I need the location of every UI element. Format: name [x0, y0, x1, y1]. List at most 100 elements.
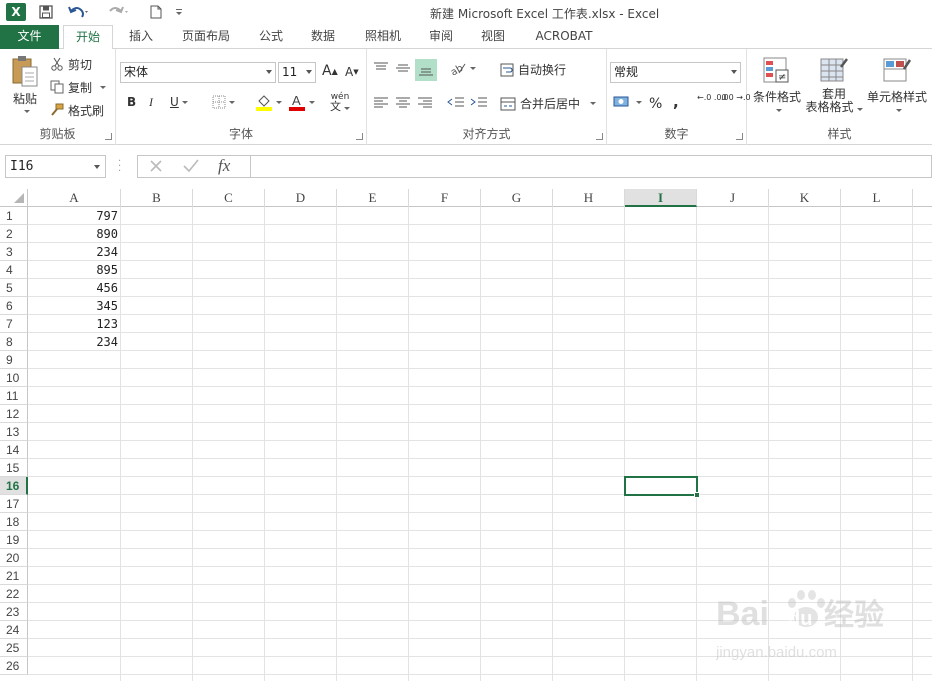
row-header-20[interactable]: 20	[0, 549, 28, 567]
fill-color-icon[interactable]	[255, 93, 282, 111]
column-header-c[interactable]: C	[193, 189, 265, 207]
borders-icon[interactable]	[212, 95, 235, 109]
row-header-21[interactable]: 21	[0, 567, 28, 585]
font-launcher-icon[interactable]	[356, 133, 363, 140]
cell-a8[interactable]: 234	[28, 333, 121, 351]
row-header-18[interactable]: 18	[0, 513, 28, 531]
cell-a5[interactable]: 456	[28, 279, 121, 297]
wrap-text-button[interactable]: 自动换行	[500, 61, 566, 78]
align-left-icon[interactable]	[373, 95, 389, 109]
increase-decimal-icon[interactable]: ←.0 .00	[697, 93, 727, 102]
align-center-icon[interactable]	[395, 95, 411, 109]
row-header-4[interactable]: 4	[0, 261, 28, 279]
underline-icon[interactable]: U	[170, 95, 188, 109]
cell-a3[interactable]: 234	[28, 243, 121, 261]
font-name-select[interactable]: 宋体	[120, 62, 276, 83]
clipboard-launcher-icon[interactable]	[105, 133, 112, 140]
enter-icon[interactable]	[182, 158, 200, 177]
cell-a1[interactable]: 797	[28, 207, 121, 225]
tab-view[interactable]: 视图	[472, 25, 514, 49]
cell-a6[interactable]: 345	[28, 297, 121, 315]
column-header-a[interactable]: A	[28, 189, 121, 207]
format-as-table-button[interactable]: 套用 表格格式	[805, 57, 863, 125]
row-header-7[interactable]: 7	[0, 315, 28, 333]
copy-button[interactable]: 复制	[50, 78, 107, 96]
tab-home[interactable]: 开始	[63, 25, 113, 50]
row-header-1[interactable]: 1	[0, 207, 28, 225]
orientation-icon[interactable]: ab	[449, 61, 476, 75]
column-header-d[interactable]: D	[265, 189, 337, 207]
row-header-9[interactable]: 9	[0, 351, 28, 369]
row-header-26[interactable]: 26	[0, 657, 28, 675]
name-box[interactable]: I16	[5, 155, 106, 178]
copy-dropdown-arrow[interactable]	[100, 85, 107, 89]
formula-bar-resize-handle[interactable]: · · ·	[118, 157, 122, 177]
number-launcher-icon[interactable]	[736, 133, 743, 140]
tab-data[interactable]: 数据	[302, 25, 344, 49]
format-painter-button[interactable]: 格式刷	[50, 101, 104, 119]
column-header-h[interactable]: H	[553, 189, 625, 207]
formula-input[interactable]	[250, 155, 932, 178]
row-header-19[interactable]: 19	[0, 531, 28, 549]
column-header-k[interactable]: K	[769, 189, 841, 207]
tab-page-layout[interactable]: 页面布局	[172, 25, 240, 49]
bold-icon[interactable]: B	[127, 95, 136, 109]
decrease-font-icon[interactable]: A ▼	[345, 65, 359, 79]
increase-indent-icon[interactable]	[470, 95, 488, 109]
tab-formulas[interactable]: 公式	[250, 25, 292, 49]
row-header-3[interactable]: 3	[0, 243, 28, 261]
cancel-icon[interactable]	[148, 158, 164, 177]
row-header-12[interactable]: 12	[0, 405, 28, 423]
font-color-icon[interactable]: A	[288, 93, 315, 111]
cut-button[interactable]: 剪切	[50, 55, 92, 73]
font-size-select[interactable]: 11	[278, 62, 316, 83]
accounting-format-icon[interactable]	[613, 94, 642, 110]
align-bottom-icon[interactable]	[415, 59, 437, 81]
row-header-6[interactable]: 6	[0, 297, 28, 315]
cell-a7[interactable]: 123	[28, 315, 121, 333]
column-header-g[interactable]: G	[481, 189, 553, 207]
column-header-e[interactable]: E	[337, 189, 409, 207]
conditional-formatting-button[interactable]: ≠ 条件格式	[749, 57, 805, 125]
selected-cell-i16[interactable]	[624, 476, 698, 496]
row-header-16[interactable]: 16	[0, 477, 28, 495]
align-top-icon[interactable]	[373, 61, 389, 75]
column-header-b[interactable]: B	[121, 189, 193, 207]
row-header-2[interactable]: 2	[0, 225, 28, 243]
tab-acrobat[interactable]: ACROBAT	[526, 25, 602, 49]
row-header-5[interactable]: 5	[0, 279, 28, 297]
align-middle-icon[interactable]	[395, 61, 411, 75]
row-header-10[interactable]: 10	[0, 369, 28, 387]
comma-style-icon[interactable]: ,	[673, 93, 679, 111]
row-header-13[interactable]: 13	[0, 423, 28, 441]
insert-function-icon[interactable]: fx	[218, 156, 230, 176]
row-header-24[interactable]: 24	[0, 621, 28, 639]
row-header-22[interactable]: 22	[0, 585, 28, 603]
tab-camera[interactable]: 照相机	[354, 25, 412, 49]
paste-button[interactable]: 粘贴	[8, 55, 42, 115]
italic-icon[interactable]: I	[149, 95, 153, 110]
row-header-23[interactable]: 23	[0, 603, 28, 621]
align-right-icon[interactable]	[417, 95, 433, 109]
fill-handle[interactable]	[694, 492, 700, 498]
column-header-i[interactable]: I	[625, 189, 697, 207]
tab-file[interactable]: 文件	[0, 25, 59, 49]
percent-style-icon[interactable]: %	[649, 96, 662, 112]
paste-dropdown-arrow[interactable]	[23, 110, 30, 113]
name-box-dropdown-arrow[interactable]	[94, 165, 100, 169]
tab-insert[interactable]: 插入	[118, 25, 164, 49]
increase-font-icon[interactable]: A ▲	[322, 63, 338, 79]
row-header-8[interactable]: 8	[0, 333, 28, 351]
phonetic-icon[interactable]: wén 文	[330, 93, 350, 112]
column-header-l[interactable]: L	[841, 189, 913, 207]
row-header-25[interactable]: 25	[0, 639, 28, 657]
alignment-launcher-icon[interactable]	[596, 133, 603, 140]
number-format-select[interactable]: 常规	[610, 62, 741, 83]
column-header-j[interactable]: J	[697, 189, 769, 207]
tab-review[interactable]: 审阅	[420, 25, 462, 49]
cell-a2[interactable]: 890	[28, 225, 121, 243]
cell-a4[interactable]: 895	[28, 261, 121, 279]
row-header-14[interactable]: 14	[0, 441, 28, 459]
decrease-decimal-icon[interactable]: .00 →.0	[721, 93, 751, 102]
merge-center-button[interactable]: 合并后居中	[500, 95, 597, 112]
